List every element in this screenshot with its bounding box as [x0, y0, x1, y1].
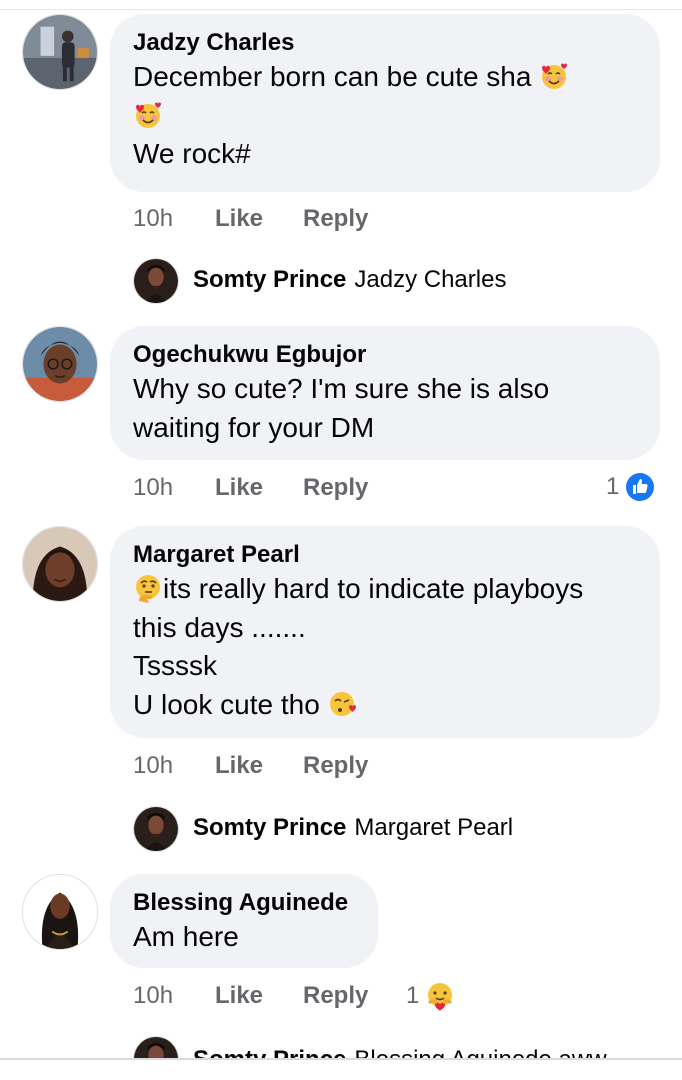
- like-button[interactable]: Like: [215, 982, 303, 1010]
- reply-button[interactable]: Reply: [303, 982, 368, 1010]
- comment-bubble: Blessing Aguinede Am here: [110, 874, 378, 968]
- top-divider: [0, 9, 682, 10]
- comment-bubble: Ogechukwu Egbujor Why so cute? I'm sure …: [110, 326, 660, 460]
- comment-author[interactable]: Ogechukwu Egbujor: [133, 340, 636, 370]
- comment-bubble: Margaret Pearl its really hard to indica…: [110, 526, 660, 738]
- reply-text: Margaret Pearl: [354, 814, 514, 841]
- reply-preview[interactable]: Somty Prince Blessing Aguinede aww: [193, 1042, 607, 1058]
- reply-avatar[interactable]: [133, 1036, 179, 1058]
- like-thumb-icon: [625, 472, 655, 502]
- comment-text-line: Why so cute? I'm sure she is also: [133, 373, 550, 404]
- comment-actions: 10h Like Reply: [133, 980, 368, 1012]
- like-button[interactable]: Like: [215, 205, 303, 233]
- comment-text-line: U look cute tho: [133, 686, 636, 725]
- reaction-summary[interactable]: 1: [406, 980, 455, 1012]
- avatar[interactable]: [22, 326, 98, 402]
- reply-preview[interactable]: Somty Prince Margaret Pearl: [193, 810, 513, 846]
- comment-author[interactable]: Margaret Pearl: [133, 540, 636, 570]
- comment-author[interactable]: Blessing Aguinede: [133, 888, 354, 918]
- comment-time: 10h: [133, 752, 174, 779]
- reaction-count: 1: [606, 473, 620, 500]
- reply-button[interactable]: Reply: [303, 474, 368, 502]
- bottom-divider: [0, 1058, 682, 1060]
- care-reaction-icon: [425, 981, 455, 1011]
- comment-time: 10h: [133, 474, 174, 501]
- smiling-face-with-hearts-icon: [539, 61, 569, 91]
- avatar[interactable]: [22, 874, 98, 950]
- comment-text-line: waiting for your DM: [133, 411, 375, 443]
- comment-time: 10h: [133, 205, 174, 232]
- smiling-face-with-hearts-icon: [133, 100, 163, 130]
- thinking-face-icon: [133, 573, 163, 603]
- reply-button[interactable]: Reply: [303, 205, 368, 233]
- reply-button[interactable]: Reply: [303, 752, 368, 780]
- reply-avatar[interactable]: [133, 806, 179, 852]
- reply-avatar[interactable]: [133, 258, 179, 304]
- comment-text-line: We rock#: [133, 138, 251, 169]
- reaction-summary[interactable]: 1: [606, 471, 655, 503]
- reply-text: Blessing Aguinede aww: [354, 1046, 606, 1058]
- comment-bubble: Jadzy Charles December born can be cute …: [110, 14, 660, 192]
- like-button[interactable]: Like: [215, 752, 303, 780]
- avatar[interactable]: [22, 526, 98, 602]
- comment-text-line: Am here: [133, 921, 239, 952]
- reply-author[interactable]: Somty Prince: [193, 1046, 346, 1058]
- reply-text: Jadzy Charles: [354, 266, 507, 293]
- comment-time: 10h: [133, 982, 174, 1009]
- avatar[interactable]: [22, 14, 98, 90]
- comment-author[interactable]: Jadzy Charles: [133, 28, 636, 58]
- reply-preview[interactable]: Somty Prince Jadzy Charles: [193, 262, 506, 298]
- comment-actions: 10h Like Reply: [133, 472, 368, 504]
- comment-text-line: its really hard to indicate playboys: [133, 570, 636, 609]
- comment-actions: 10h Like Reply: [133, 203, 368, 235]
- comment-actions: 10h Like Reply: [133, 750, 368, 782]
- comment-text-line: Tssssk: [133, 650, 217, 681]
- reply-author[interactable]: Somty Prince: [193, 266, 346, 294]
- reply-preview-clipped: Somty Prince Blessing Aguinede aww: [0, 1030, 682, 1058]
- reply-author[interactable]: Somty Prince: [193, 814, 346, 842]
- face-blowing-kiss-icon: [328, 689, 358, 719]
- comment-text-line: [133, 97, 636, 136]
- reaction-count: 1: [406, 982, 420, 1009]
- comment-text-line: this days .......: [133, 611, 306, 643]
- like-button[interactable]: Like: [215, 474, 303, 502]
- comment-text-line: December born can be cute sha: [133, 58, 636, 97]
